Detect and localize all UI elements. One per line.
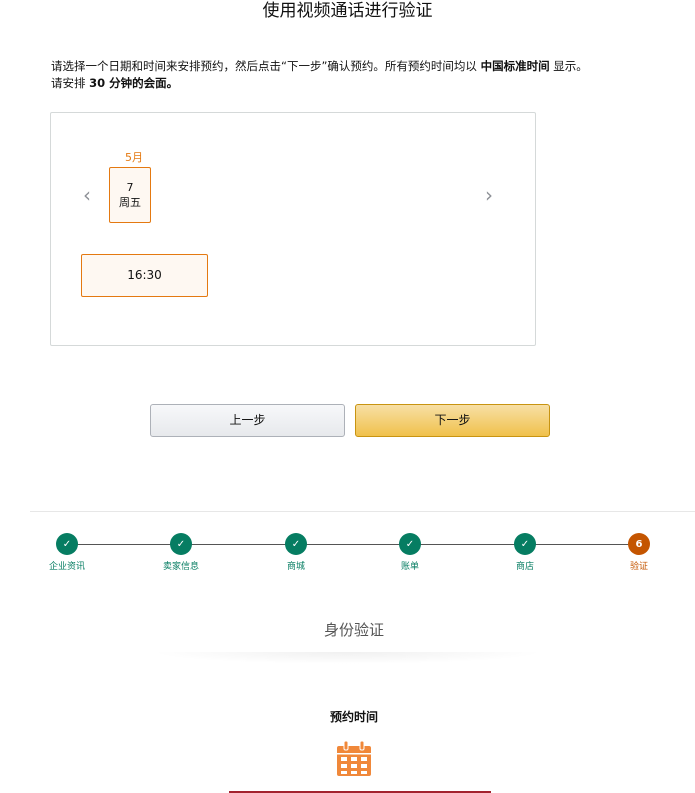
- instruction-text-1b: 显示。: [549, 59, 588, 73]
- check-icon: ✓: [170, 533, 192, 555]
- section-shadow: [150, 652, 545, 664]
- step-label: 商城: [286, 562, 305, 572]
- page-title: 使用视频通话进行验证: [262, 1, 433, 21]
- next-week-arrow[interactable]: ›: [481, 185, 497, 205]
- step-store: ✓ 商店: [495, 533, 555, 572]
- previous-step-button[interactable]: 上一步: [150, 404, 345, 437]
- step-company-info: ✓ 企业资讯: [37, 533, 97, 572]
- step-label: 企业资讯: [48, 562, 85, 572]
- section-title: 身份验证: [323, 621, 384, 639]
- instruction-timezone: 中国标准时间: [480, 59, 550, 73]
- appointment-heading: 预约时间: [329, 710, 378, 724]
- instruction-text-1a: 请选择一个日期和时间来安排预约，然后点击“下一步”确认预约。所有预约时间均以: [51, 59, 481, 73]
- date-card-selected[interactable]: 7 周五: [109, 167, 151, 223]
- step-billing: ✓ 账单: [380, 533, 440, 572]
- step-label: 验证: [629, 562, 648, 572]
- check-icon: ✓: [56, 533, 78, 555]
- check-icon: ✓: [514, 533, 536, 555]
- step-number-icon: 6: [628, 533, 650, 555]
- instruction-duration: 30 分钟的会面。: [89, 76, 179, 90]
- step-marketplace: ✓ 商城: [266, 533, 326, 572]
- time-slot-button[interactable]: 16:30: [81, 254, 208, 297]
- step-verification: 6 验证: [609, 533, 669, 572]
- step-label: 卖家信息: [162, 562, 199, 572]
- check-icon: ✓: [285, 533, 307, 555]
- next-step-button[interactable]: 下一步: [355, 404, 550, 437]
- step-label: 账单: [400, 562, 419, 572]
- step-label: 商店: [515, 562, 534, 572]
- date-day: 7: [126, 181, 134, 194]
- month-label: 5月: [125, 151, 143, 164]
- prev-week-arrow[interactable]: ‹: [79, 185, 95, 205]
- divider: [30, 511, 695, 512]
- step-seller-info: ✓ 卖家信息: [151, 533, 211, 572]
- instructions: 请选择一个日期和时间来安排预约，然后点击“下一步”确认预约。所有预约时间均以 中…: [51, 58, 651, 92]
- calendar-box: 5月 ‹ 7 周五 › 16:30: [50, 112, 536, 346]
- check-icon: ✓: [399, 533, 421, 555]
- calendar-icon: [337, 740, 371, 776]
- date-weekday: 周五: [119, 196, 141, 209]
- progress-stepper: ✓ 企业资讯 ✓ 卖家信息 ✓ 商城 ✓ 账单 ✓ 商店 6 验证: [0, 533, 695, 573]
- instruction-text-2a: 请安排: [51, 76, 90, 90]
